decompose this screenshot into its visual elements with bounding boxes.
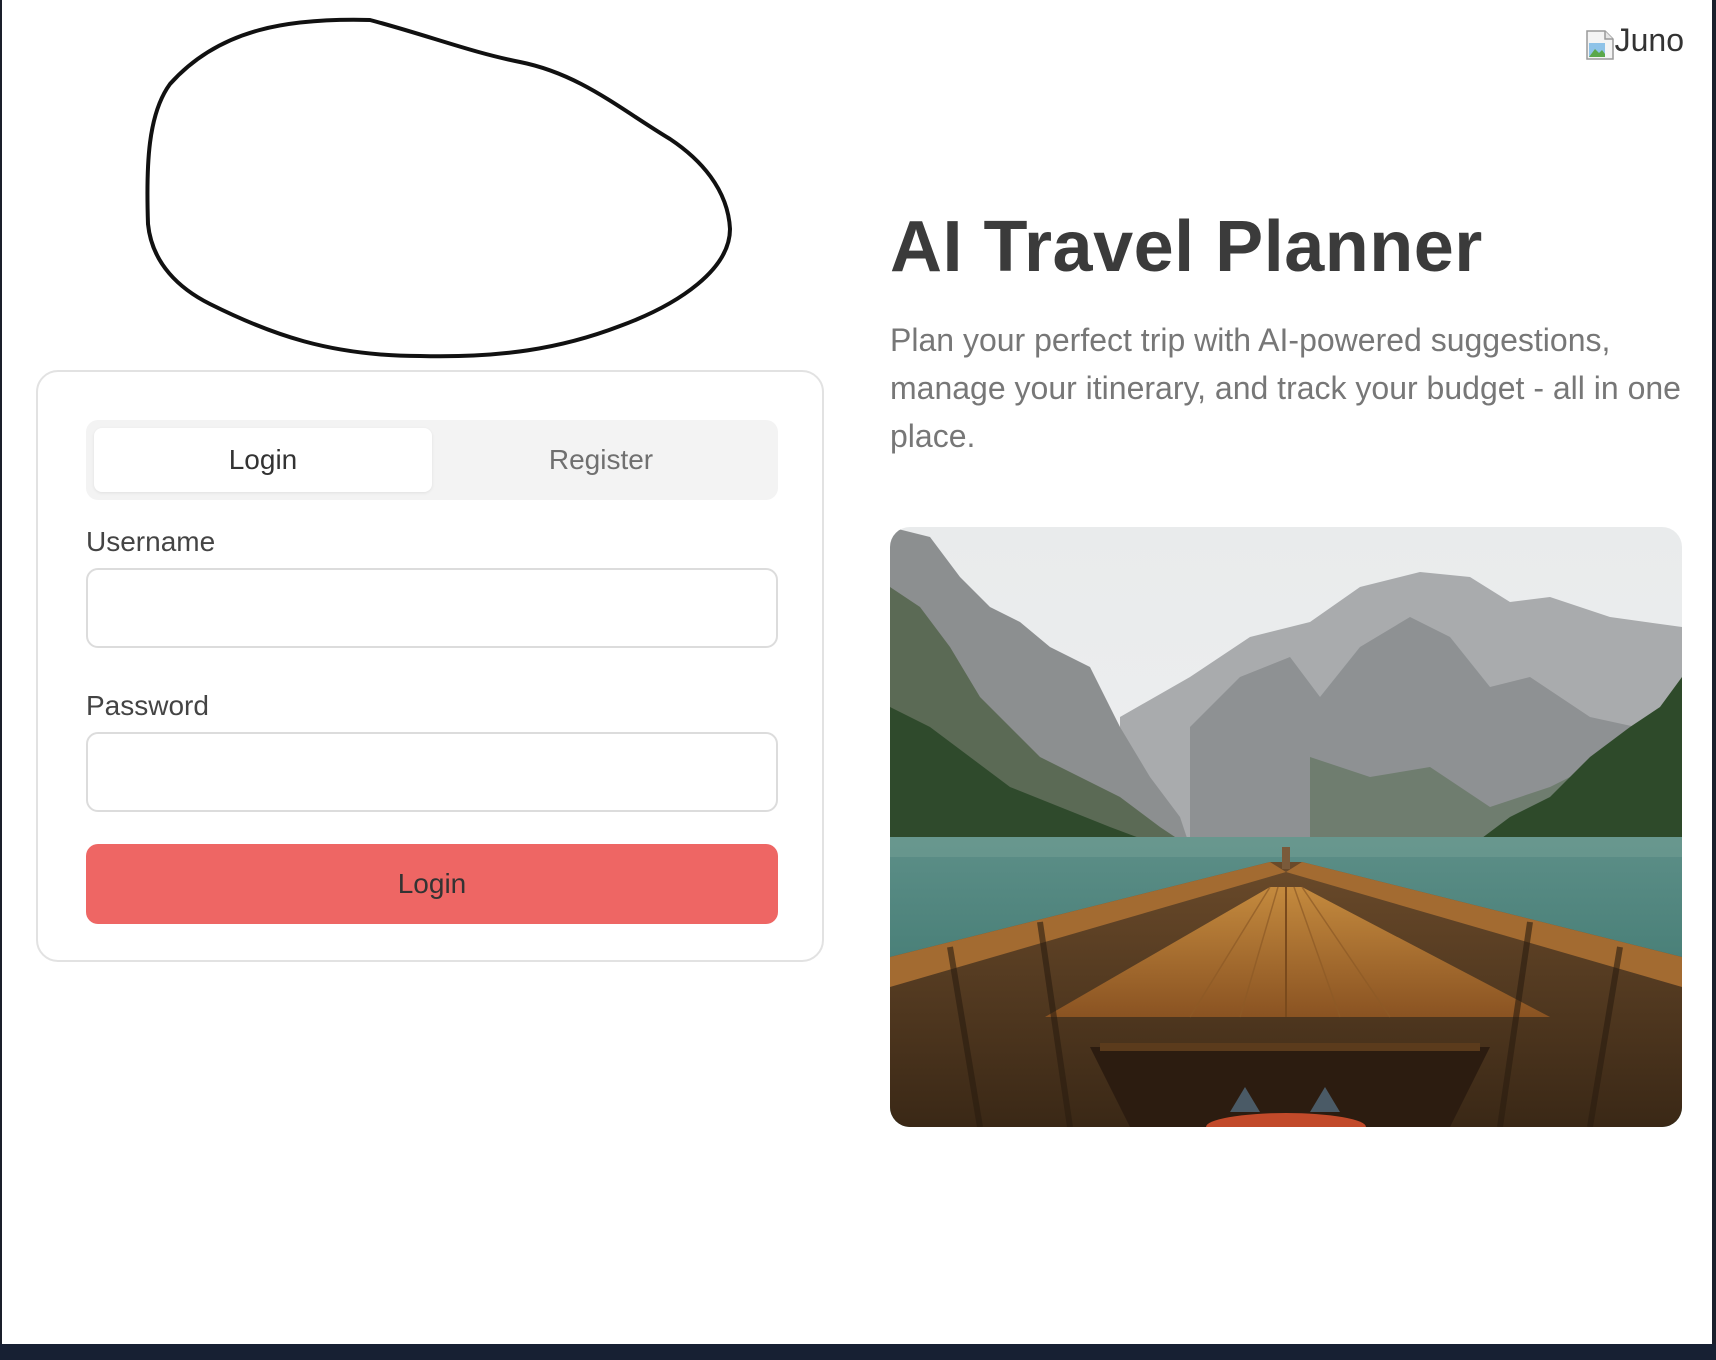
window-frame-bottom <box>0 1344 1716 1360</box>
password-label: Password <box>86 690 209 721</box>
username-input[interactable] <box>86 568 778 648</box>
tab-login[interactable]: Login <box>94 428 432 492</box>
window-frame-left <box>0 0 2 1344</box>
username-label: Username <box>86 526 216 557</box>
auth-card: Login Register Username Password Login <box>36 370 824 962</box>
brand-logo[interactable]: Juno <box>1585 22 1684 61</box>
password-input[interactable] <box>86 732 778 812</box>
hero-lake-boat-image <box>890 527 1682 1127</box>
broken-image-icon <box>1585 29 1617 61</box>
page-title: AI Travel Planner <box>890 207 1483 287</box>
login-button[interactable]: Login <box>86 844 778 924</box>
auth-tabs: Login Register <box>86 420 778 500</box>
logo-alt-text: Juno <box>1614 22 1684 58</box>
tab-register[interactable]: Register <box>432 428 770 492</box>
window-frame-right <box>1712 0 1716 1344</box>
hero-description: Plan your perfect trip with AI-powered s… <box>890 322 1681 454</box>
hand-drawn-scribble <box>145 17 732 359</box>
